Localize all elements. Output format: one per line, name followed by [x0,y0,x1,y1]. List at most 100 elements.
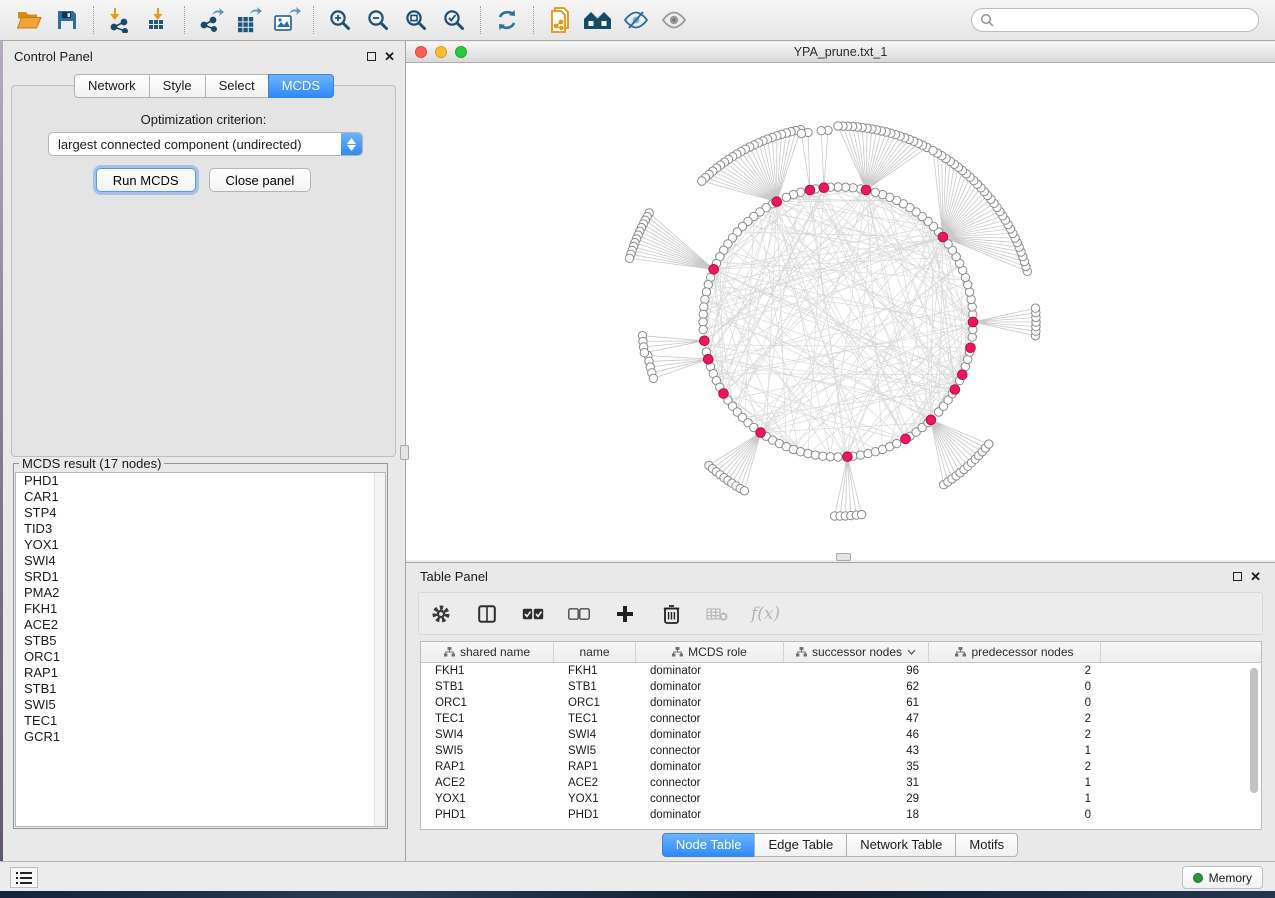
cell[interactable]: dominator [636,807,784,823]
column-header-successor-nodes[interactable]: successor nodes [784,642,929,662]
column-header-MCDS-role[interactable]: MCDS role [636,642,784,662]
cell[interactable]: 0 [929,695,1101,711]
mcds-node[interactable] [966,343,976,353]
cell[interactable]: 62 [784,679,929,695]
mcds-result-item[interactable]: CAR1 [16,489,385,505]
search-input[interactable] [999,13,1250,27]
mcds-node[interactable] [703,354,713,364]
cell[interactable]: YOX1 [421,791,554,807]
show-columns-icon[interactable] [475,600,499,628]
network-window-titlebar[interactable]: YPA_prune.txt_1 [406,42,1275,63]
cell[interactable]: ACE2 [421,775,554,791]
column-header-name[interactable]: name [554,642,636,662]
tab-network[interactable]: Network [74,74,150,98]
cell[interactable]: connector [636,775,784,791]
cell[interactable]: SWI4 [421,727,554,743]
mcds-result-item[interactable]: PHD1 [16,473,385,489]
cell[interactable]: 2 [929,759,1101,775]
tab-motifs[interactable]: Motifs [955,833,1018,857]
cell[interactable]: RAP1 [421,759,554,775]
cell[interactable]: dominator [636,663,784,679]
show-all-icon[interactable] [655,3,693,37]
memory-button[interactable]: Memory [1182,866,1263,889]
cell[interactable]: FKH1 [554,663,636,679]
cell[interactable]: 2 [929,727,1101,743]
criterion-dropdown[interactable]: largest connected component (undirected) [48,132,363,156]
network-node[interactable] [782,193,790,201]
mcds-node[interactable] [805,185,815,195]
network-graph[interactable] [406,63,1275,560]
export-image-icon[interactable] [268,3,306,37]
cell[interactable]: connector [636,791,784,807]
cell[interactable]: 2 [929,663,1101,679]
mcds-result-item[interactable]: STB5 [16,633,385,649]
cell[interactable]: FKH1 [421,663,554,679]
table-row[interactable]: PHD1PHD1dominator180 [421,807,1261,823]
zoom-in-icon[interactable] [321,3,359,37]
mcds-result-item[interactable]: SRD1 [16,569,385,585]
mcds-result-item[interactable]: STP4 [16,505,385,521]
network-node[interactable] [740,487,748,495]
hide-selected-icon[interactable] [617,3,655,37]
save-session-icon[interactable] [48,3,86,37]
network-node[interactable] [698,177,706,185]
first-neighbors-icon[interactable] [579,3,617,37]
mcds-node[interactable] [938,232,948,242]
scrollbar-thumb[interactable] [1250,668,1258,793]
import-network-icon[interactable] [101,3,139,37]
export-table-icon[interactable] [230,3,268,37]
mcds-result-item[interactable]: SWI4 [16,553,385,569]
cell[interactable]: 31 [784,775,929,791]
mcds-result-item[interactable]: TID3 [16,521,385,537]
mcds-result-item[interactable]: TEC1 [16,713,385,729]
cell[interactable]: 61 [784,695,929,711]
mcds-node[interactable] [926,415,936,425]
table-row[interactable]: SWI5SWI5connector431 [421,743,1261,759]
mcds-node[interactable] [861,185,871,195]
tab-node-table[interactable]: Node Table [662,833,756,857]
close-panel-button[interactable]: Close panel [209,168,312,192]
mcds-node[interactable] [772,197,782,207]
column-header-predecessor-nodes[interactable]: predecessor nodes [929,642,1101,662]
tab-select[interactable]: Select [205,74,269,98]
float-panel-icon[interactable] [1233,572,1242,581]
network-node[interactable] [640,349,648,357]
cell[interactable]: 35 [784,759,929,775]
network-node[interactable] [871,188,879,196]
cell[interactable]: dominator [636,679,784,695]
mcds-result-item[interactable]: GCR1 [16,729,385,745]
cell[interactable]: STB1 [554,679,636,695]
splitter-handle[interactable] [836,553,851,561]
table-row[interactable]: FKH1FKH1dominator962 [421,663,1261,679]
mcds-result-list[interactable]: PHD1CAR1STP4TID3YOX1SWI4SRD1PMA2FKH1ACE2… [15,472,386,827]
cell[interactable]: RAP1 [554,759,636,775]
column-header-shared-name[interactable]: shared name [421,642,554,662]
mcds-node[interactable] [901,434,911,444]
apply-layout-icon[interactable] [488,3,526,37]
table-row[interactable]: STB1STB1dominator620 [421,679,1261,695]
mcds-node[interactable] [756,428,766,438]
mcds-node[interactable] [719,389,729,399]
cell[interactable]: connector [636,743,784,759]
network-node[interactable] [797,129,805,137]
add-icon[interactable] [613,600,637,628]
cell[interactable]: 43 [784,743,929,759]
close-panel-icon[interactable]: ✕ [1250,572,1261,581]
cell[interactable]: 0 [929,679,1101,695]
cell[interactable]: dominator [636,695,784,711]
mcds-node[interactable] [709,265,719,275]
cell[interactable]: connector [636,711,784,727]
select-all-rows-icon[interactable] [521,600,545,628]
tab-edge-table[interactable]: Edge Table [754,833,847,857]
mcds-result-item[interactable]: PMA2 [16,585,385,601]
close-panel-icon[interactable]: ✕ [384,52,395,61]
cell[interactable]: STB1 [421,679,554,695]
network-node[interactable] [817,127,825,135]
cell[interactable]: 29 [784,791,929,807]
network-node[interactable] [929,146,937,154]
cell[interactable]: TEC1 [421,711,554,727]
network-node[interactable] [625,254,633,262]
network-node[interactable] [649,374,657,382]
open-file-icon[interactable] [10,3,48,37]
cell[interactable]: 47 [784,711,929,727]
